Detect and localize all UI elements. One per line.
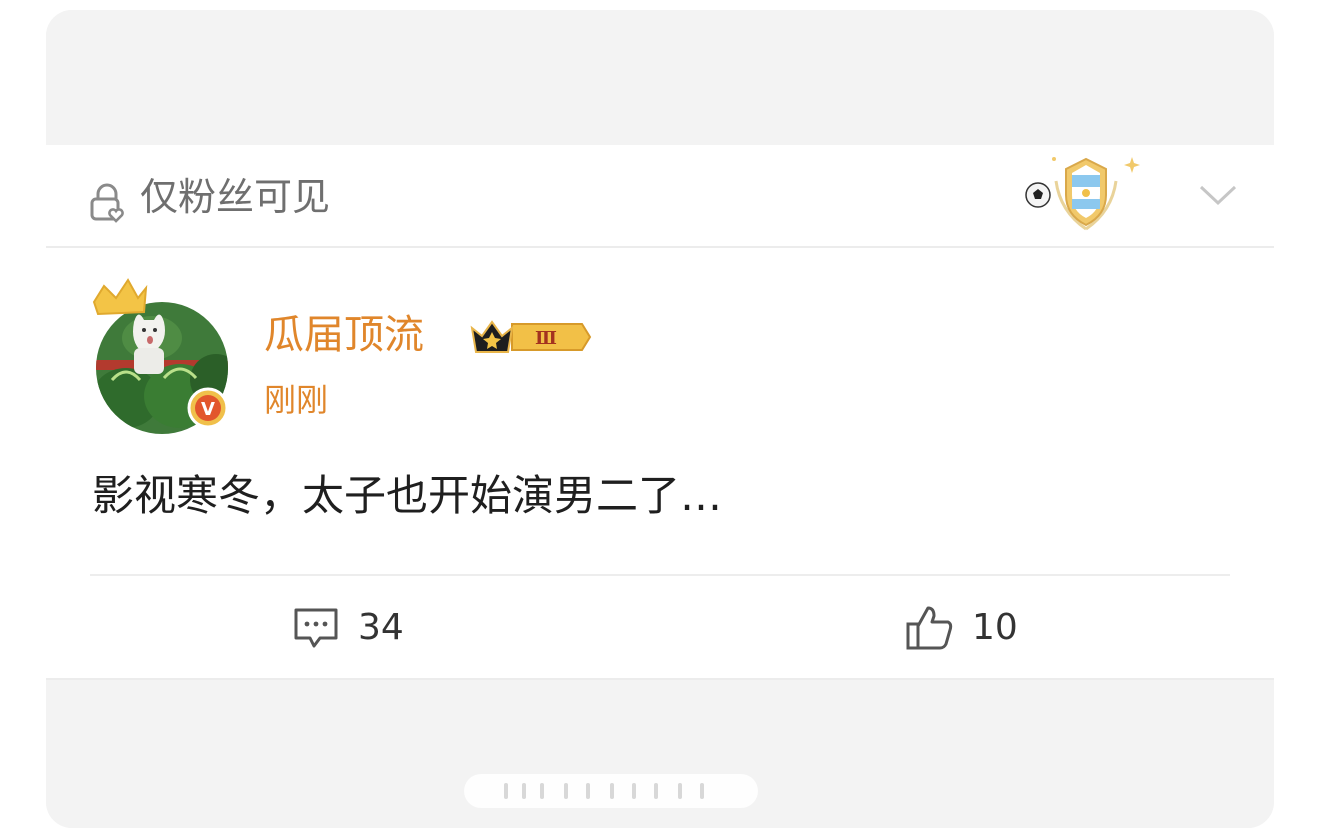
comment-icon xyxy=(294,608,338,648)
post: V 瓜届顶流 Ⅲ 刚刚 影视寒冬，太子也开始演男二了… 34 10 xyxy=(46,248,1274,680)
post-time: 刚刚 xyxy=(264,381,329,419)
divider xyxy=(90,574,1230,576)
level-badge-text: Ⅲ xyxy=(535,328,557,349)
visibility-label: 仅粉丝可见 xyxy=(140,175,331,219)
author-name[interactable]: 瓜届顶流 xyxy=(264,308,424,362)
thumbs-up-icon xyxy=(906,606,953,650)
comment-count: 34 xyxy=(358,607,404,648)
argentina-football-medal-icon[interactable] xyxy=(1016,151,1156,235)
like-button[interactable]: 10 xyxy=(904,600,1018,656)
post-card: 仅粉丝可见 V 瓜届顶流 Ⅲ 刚刚 影视寒冬，太子也开始演男二了… 34 10 xyxy=(46,10,1274,828)
verified-mark: V xyxy=(201,399,215,420)
like-count: 10 xyxy=(972,607,1018,648)
post-text: 影视寒冬，太子也开始演男二了… xyxy=(92,471,723,520)
watermark xyxy=(464,774,758,808)
comment-button[interactable]: 34 xyxy=(290,600,404,656)
chevron-down-icon[interactable] xyxy=(1198,183,1238,207)
level-badge[interactable]: Ⅲ xyxy=(468,314,592,360)
visibility-bar: 仅粉丝可见 xyxy=(46,145,1274,248)
avatar[interactable]: V xyxy=(82,268,232,438)
lock-heart-icon xyxy=(90,183,124,223)
top-spacer xyxy=(46,10,1274,145)
